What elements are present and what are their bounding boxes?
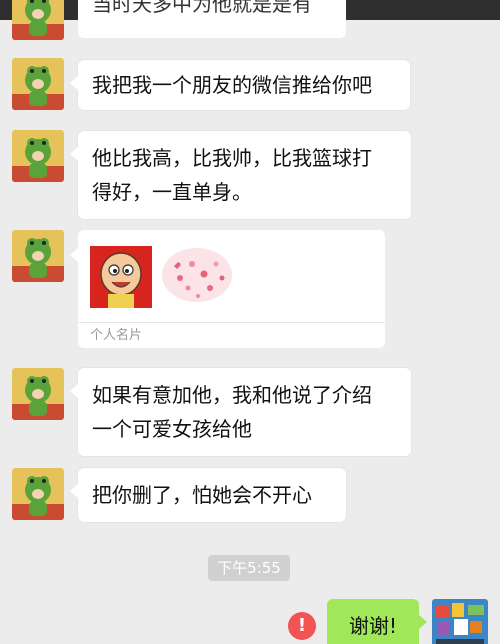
message-text: 把你删了，怕她会不开心: [92, 483, 312, 507]
frog-avatar-icon: [12, 58, 64, 110]
contact-avatar[interactable]: [12, 0, 64, 40]
card-label: 个人名片: [90, 328, 143, 343]
card-avatar: [90, 246, 152, 308]
frog-avatar-icon: [12, 468, 64, 520]
contact-avatar[interactable]: [12, 130, 64, 182]
resend-error-icon[interactable]: !: [288, 612, 316, 640]
sent-message-bubble[interactable]: 谢谢!: [327, 599, 427, 644]
message-text-line: 一个可爱女孩给他: [92, 417, 252, 441]
contact-avatar[interactable]: [12, 230, 64, 282]
frog-avatar-icon: [12, 130, 64, 182]
contact-avatar[interactable]: [12, 468, 64, 520]
message-text-line: 他比我高，比我帅，比我篮球打: [92, 146, 372, 170]
partial-message-bubble[interactable]: 当时天多中为他就是是有: [78, 0, 346, 38]
message-text-line: 得好，一直单身。: [92, 180, 252, 204]
frog-avatar-icon: [12, 368, 64, 420]
self-avatar[interactable]: [432, 599, 488, 644]
frog-avatar-icon: [12, 0, 64, 40]
contact-avatar[interactable]: [12, 58, 64, 110]
message-bubble[interactable]: 我把我一个朋友的微信推给你吧: [70, 60, 410, 110]
colorful-photo-icon: [432, 599, 488, 644]
message-text-line: 如果有意加他，我和他说了介绍: [92, 383, 372, 407]
hearts-icon: [160, 244, 234, 306]
message-bubble[interactable]: 如果有意加他，我和他说了介绍 一个可爱女孩给他: [70, 368, 411, 456]
contact-avatar[interactable]: [12, 368, 64, 420]
message-bubble[interactable]: 他比我高，比我帅，比我篮球打 得好，一直单身。: [70, 131, 411, 219]
contact-card[interactable]: 个人名片: [70, 230, 385, 348]
cartoon-old-man-icon: [90, 246, 152, 308]
message-text: 我把我一个朋友的微信推给你吧: [92, 73, 372, 97]
frog-avatar-icon: [12, 230, 64, 282]
partial-message-text: 当时天多中为他就是是有: [92, 0, 312, 16]
card-divider: [78, 322, 385, 323]
timestamp: 下午5:55: [208, 555, 290, 581]
message-bubble[interactable]: 把你删了，怕她会不开心: [70, 468, 346, 522]
